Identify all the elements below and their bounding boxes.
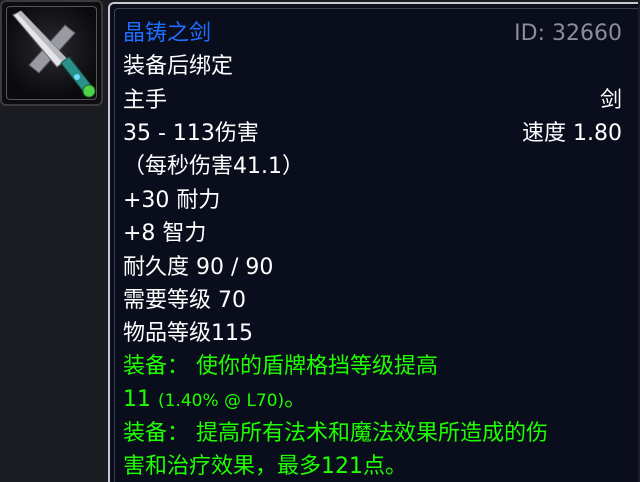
equip-effect-1-text: 装备： 使你的盾牌格挡等级提高 xyxy=(123,354,438,379)
required-level-row: 需要等级 70 xyxy=(123,285,622,317)
equip-effect-1-detail: (1.40% @ L70) xyxy=(158,391,285,411)
stat-intellect: +8 智力 xyxy=(123,221,207,246)
equip-effect-2-text-cont: 害和治疗效果，最多121点。 xyxy=(123,454,407,479)
slot-label: 主手 xyxy=(123,88,168,113)
slot-row: 主手 剑 xyxy=(123,85,622,117)
equip-effect-1: 装备： 使你的盾牌格挡等级提高 xyxy=(123,351,622,383)
durability: 耐久度 90 / 90 xyxy=(123,255,274,280)
intellect-row: +8 智力 xyxy=(123,218,622,250)
weapon-type: 剑 xyxy=(599,88,622,113)
equip-effect-1-value: 11 xyxy=(123,387,151,412)
binding-label: 装备后绑定 xyxy=(123,54,234,79)
item-tooltip-screen: 晶铸之剑 ID: 32660 装备后绑定 主手 剑 35 - 113伤害 速度 … xyxy=(0,0,640,482)
item-tooltip: 晶铸之剑 ID: 32660 装备后绑定 主手 剑 35 - 113伤害 速度 … xyxy=(108,2,638,482)
sword-icon xyxy=(6,6,97,100)
tooltip-header: 晶铸之剑 ID: 32660 xyxy=(123,18,622,50)
equip-effect-1-end: 。 xyxy=(284,387,307,412)
binding-text: 装备后绑定 xyxy=(123,51,622,83)
item-level: 物品等级115 xyxy=(123,321,253,346)
damage-range: 35 - 113伤害 xyxy=(123,121,259,146)
item-icon-frame[interactable] xyxy=(0,0,103,106)
item-id: ID: 32660 xyxy=(514,21,622,46)
stamina-row: +30 耐力 xyxy=(123,185,622,217)
dps-row: （每秒伤害41.1） xyxy=(123,151,622,183)
weapon-speed: 速度 1.80 xyxy=(522,121,622,146)
equip-effect-2-cont: 害和治疗效果，最多121点。 xyxy=(123,451,622,482)
item-name[interactable]: 晶铸之剑 xyxy=(123,21,211,46)
equip-effect-2: 装备： 提高所有法术和魔法效果所造成的伤 xyxy=(123,418,622,450)
required-level: 需要等级 70 xyxy=(123,288,246,313)
item-level-row: 物品等级115 xyxy=(123,318,622,350)
dps-value: （每秒伤害41.1） xyxy=(123,154,304,179)
equip-effect-1-cont: 11 (1.40% @ L70)。 xyxy=(123,384,622,416)
durability-row: 耐久度 90 / 90 xyxy=(123,252,622,284)
damage-row: 35 - 113伤害 速度 1.80 xyxy=(123,118,622,150)
equip-effect-2-text: 装备： 提高所有法术和魔法效果所造成的伤 xyxy=(123,421,548,446)
stat-stamina: +30 耐力 xyxy=(123,188,221,213)
